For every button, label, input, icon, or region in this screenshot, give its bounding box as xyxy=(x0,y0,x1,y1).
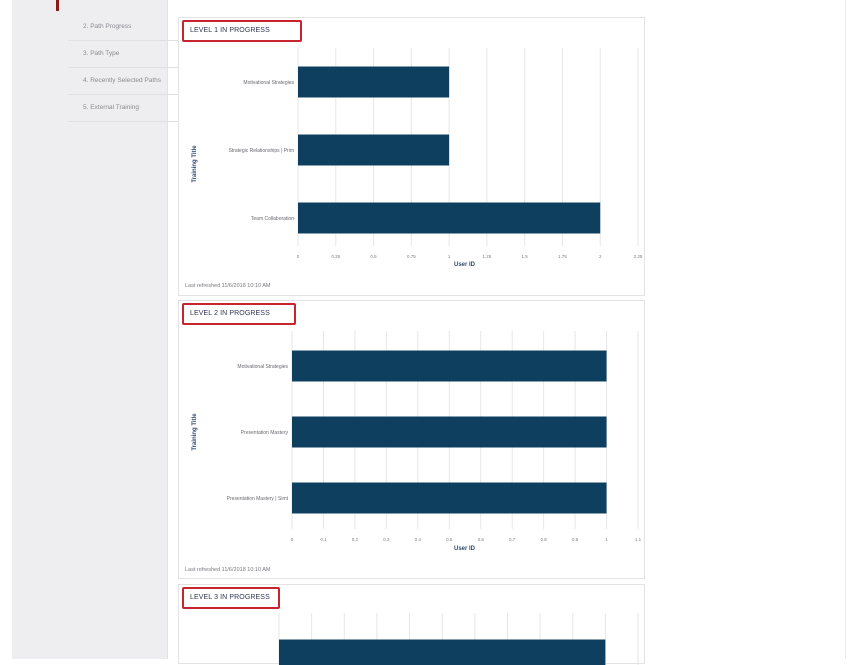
x-tick-label: 0.5 xyxy=(370,254,377,259)
last-refreshed-text: Last refreshed 11/6/2018 10:10 AM xyxy=(185,283,271,289)
level-1-bar-chart: 0 0.25 0.5 0.75 1 1.25 1.5 1.75 2 2.25 Motivationa… xyxy=(179,18,646,297)
x-tick-label: 2 xyxy=(599,254,602,259)
x-tick-label: 0.6 xyxy=(478,537,485,542)
chart-panel-level-3: LEVEL 3 IN PROGRESS xyxy=(178,584,645,664)
category-label: Presentation Mastery xyxy=(241,430,289,436)
x-tick-label: 0.1 xyxy=(320,537,327,542)
bar xyxy=(298,203,600,234)
x-tick-label: 1.1 xyxy=(635,537,642,542)
category-label: Team Collaboration xyxy=(251,216,294,222)
last-refreshed-text: Last refreshed 11/6/2018 10:10 AM xyxy=(185,567,271,573)
chart-panel-level-1: LEVEL 1 IN PROGRESS 00.250.50.7511.251.5… xyxy=(178,17,645,296)
x-tick-label: 0.25 xyxy=(331,254,340,259)
x-tick-label: 0.5 xyxy=(446,537,453,542)
bar xyxy=(279,640,605,665)
bar xyxy=(298,135,449,166)
x-tick-label: 1 xyxy=(605,537,608,542)
x-tick-label: 1.75 xyxy=(558,254,567,259)
sidebar-item-recently-selected-paths[interactable]: 4. Recently Selected Paths xyxy=(68,68,178,95)
x-tick-label: 2.25 xyxy=(634,254,643,259)
level-2-bar-chart: 0 0.1 0.2 0.3 0.4 0.5 0.6 0.7 0.8 0.9 1 1.1 Motivati… xyxy=(179,301,646,580)
x-tick-label: 1.25 xyxy=(483,254,492,259)
x-tick-label: 1.5 xyxy=(522,254,529,259)
sidebar-nav: 2. Path Progress 3. Path Type 4. Recentl… xyxy=(12,0,168,659)
sidebar-list: 2. Path Progress 3. Path Type 4. Recentl… xyxy=(68,14,178,122)
sidebar-item-external-training[interactable]: 5. External Training xyxy=(68,95,178,122)
y-axis-title: Training Title xyxy=(192,144,198,184)
x-tick-label: 1 xyxy=(448,254,451,259)
x-tick-label: 0 xyxy=(291,537,294,542)
bar xyxy=(292,417,607,448)
x-axis-title: User ID xyxy=(454,546,475,552)
sidebar-item-path-progress[interactable]: 2. Path Progress xyxy=(68,14,178,41)
category-label: Motivational Strategies xyxy=(243,80,294,86)
sidebar-item-path-type[interactable]: 3. Path Type xyxy=(68,41,178,68)
bar xyxy=(298,67,449,98)
level-3-bar-chart xyxy=(179,585,646,665)
bar xyxy=(292,351,607,382)
active-indicator xyxy=(56,0,59,11)
category-label: Strategic Relationships | Prim xyxy=(229,148,295,154)
x-tick-label: 0.9 xyxy=(572,537,579,542)
x-tick-label: 0.2 xyxy=(352,537,359,542)
x-tick-label: 0.75 xyxy=(407,254,416,259)
bar xyxy=(292,483,607,514)
x-tick-label: 0.4 xyxy=(415,537,422,542)
x-axis-title: User ID xyxy=(454,262,475,268)
y-axis-title: Training Title xyxy=(192,412,198,452)
chart-panel-level-2: LEVEL 2 IN PROGRESS 00.10.20.30.40.50.60… xyxy=(178,300,645,579)
category-label: Motivational Strategies xyxy=(237,364,288,370)
x-tick-label: 0.3 xyxy=(383,537,390,542)
page-divider xyxy=(845,0,846,659)
x-tick-label: 0.8 xyxy=(541,537,548,542)
x-tick-label: 0.7 xyxy=(509,537,516,542)
x-tick-label: 0 xyxy=(297,254,300,259)
category-label: Presentation Mastery | Simt xyxy=(227,496,289,502)
